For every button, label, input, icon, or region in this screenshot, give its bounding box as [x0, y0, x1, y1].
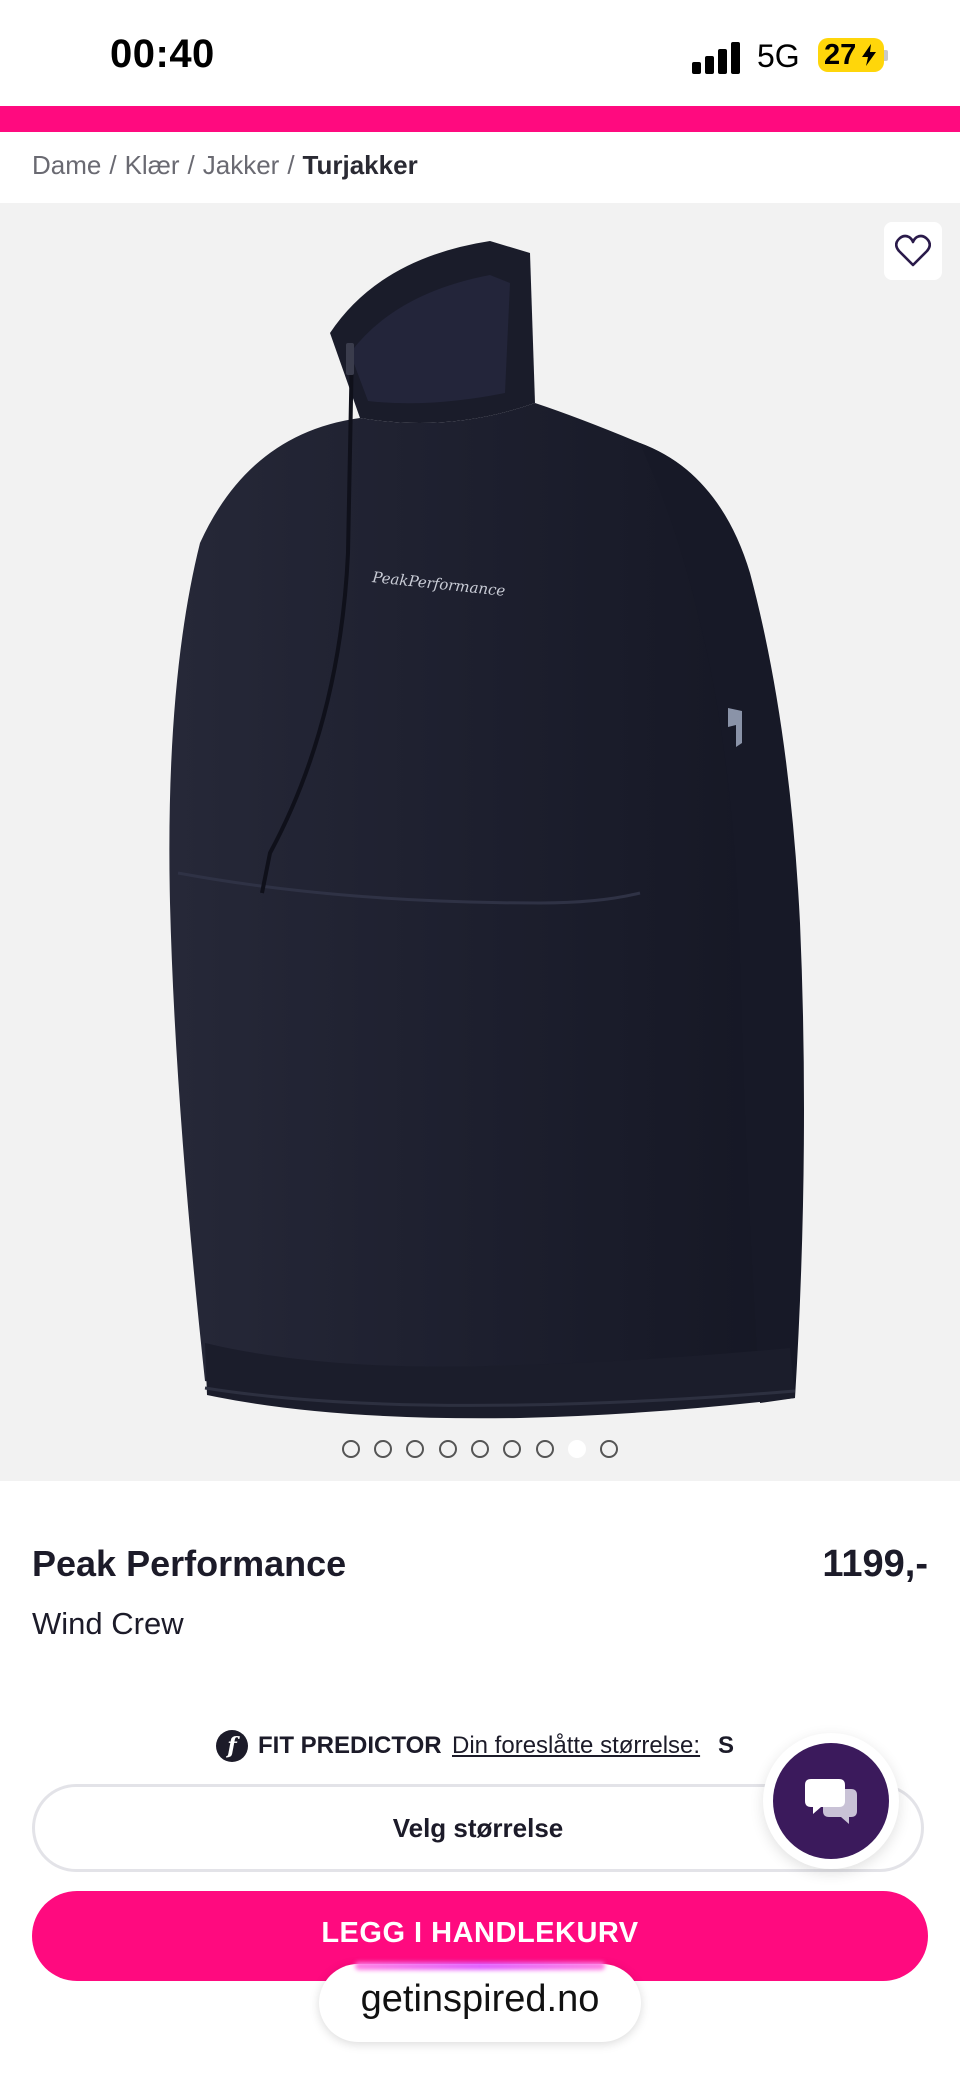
heart-icon	[895, 234, 931, 267]
gallery-dot[interactable]	[342, 1440, 360, 1458]
breadcrumb: Dame / Klær / Jakker / Turjakker	[32, 150, 418, 181]
gallery-dot[interactable]	[471, 1440, 489, 1458]
fit-predictor-logo-icon: f	[216, 1730, 248, 1762]
breadcrumb-item-klaer[interactable]: Klær	[125, 150, 180, 180]
product-image-jacket	[169, 241, 804, 1419]
gallery-dot[interactable]	[536, 1440, 554, 1458]
chat-button[interactable]	[773, 1743, 889, 1859]
fit-predictor-link[interactable]: Din foreslåtte størrelse:	[452, 1732, 700, 1760]
product-price: 1199,-	[822, 1543, 928, 1585]
charging-bolt-icon	[862, 44, 876, 66]
brand-accent-bar	[0, 106, 960, 132]
product-name: Wind Crew	[32, 1606, 184, 1641]
battery-cap	[884, 50, 888, 61]
browser-url: getinspired.no	[360, 1978, 600, 2020]
gallery-dot[interactable]	[406, 1440, 424, 1458]
browser-url-bar[interactable]: getinspired.no	[319, 1964, 641, 2042]
battery-icon: 27	[818, 38, 884, 72]
fit-predictor-title: FIT PREDICTOR	[258, 1732, 442, 1759]
gallery-dot-active[interactable]	[568, 1440, 586, 1458]
url-bar-glow	[355, 1962, 605, 1970]
breadcrumb-item-turjakker: Turjakker	[302, 150, 418, 180]
product-image-gallery[interactable]: PeakPerformance	[0, 203, 960, 1481]
battery-level: 27	[824, 39, 857, 71]
status-time: 00:40	[110, 32, 215, 76]
signal-icon	[692, 42, 742, 74]
breadcrumb-item-dame[interactable]: Dame	[32, 150, 101, 180]
gallery-dot[interactable]	[374, 1440, 392, 1458]
breadcrumb-separator: /	[287, 150, 295, 180]
favorite-button[interactable]	[884, 222, 942, 280]
breadcrumb-separator: /	[187, 150, 195, 180]
add-to-cart-label: LEGG I HANDLEKURV	[321, 1917, 639, 1949]
fit-predictor-size: S	[718, 1732, 735, 1759]
product-brand[interactable]: Peak Performance	[32, 1543, 346, 1585]
gallery-dot[interactable]	[503, 1440, 521, 1458]
breadcrumb-item-jakker[interactable]: Jakker	[203, 150, 280, 180]
gallery-dot[interactable]	[600, 1440, 618, 1458]
chat-bubbles-icon	[805, 1779, 857, 1824]
gallery-dot[interactable]	[439, 1440, 457, 1458]
breadcrumb-separator: /	[109, 150, 117, 180]
network-label: 5G	[757, 38, 800, 74]
